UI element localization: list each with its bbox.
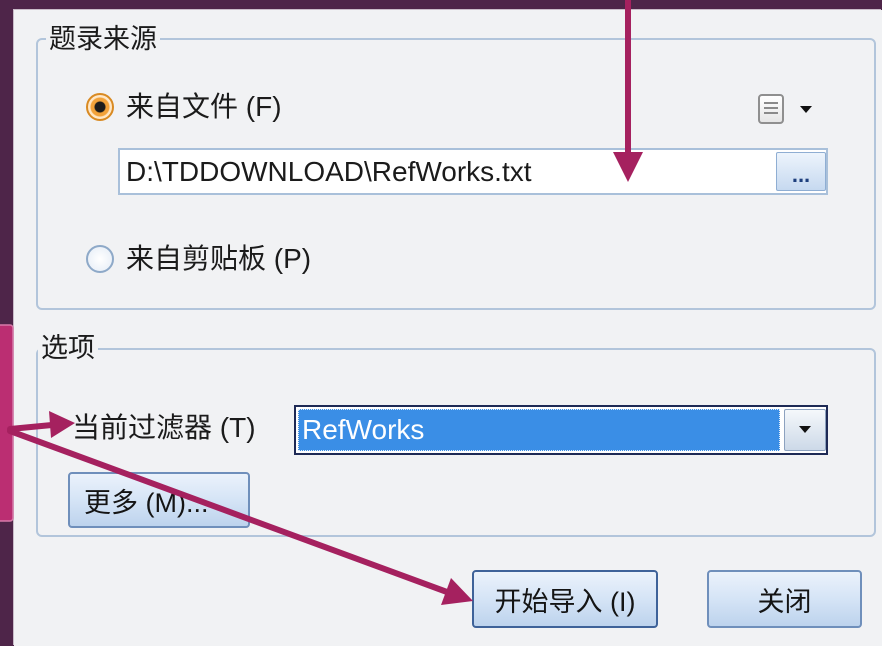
callout-box-edge <box>0 324 14 522</box>
browse-button[interactable]: ... <box>776 152 826 191</box>
filter-label: 当前过滤器 (T) <box>72 412 256 443</box>
close-button[interactable]: 关闭 <box>707 570 862 628</box>
caret-down-icon <box>799 426 811 433</box>
radio-from-clipboard-label[interactable]: 来自剪贴板 (P) <box>126 242 311 276</box>
file-options-button[interactable] <box>752 92 816 126</box>
source-group-title: 题录来源 <box>46 22 160 56</box>
filter-value: RefWorks <box>302 414 425 445</box>
filter-selected-field[interactable]: RefWorks <box>298 409 780 451</box>
radio-from-file[interactable] <box>86 93 114 121</box>
start-import-button[interactable]: 开始导入 (I) <box>472 570 658 628</box>
source-group: 题录来源 来自文件 (F) D:\TDDOWNLOAD\RefWorks.txt… <box>36 22 876 310</box>
radio-from-clipboard[interactable] <box>86 245 114 273</box>
import-dialog: 题录来源 来自文件 (F) D:\TDDOWNLOAD\RefWorks.txt… <box>14 10 882 646</box>
filter-dropdown-button[interactable] <box>784 409 826 451</box>
options-group-title: 选项 <box>38 331 98 365</box>
options-group: 选项 当前过滤器 (T) RefWorks 更多 (M)... <box>36 331 876 537</box>
file-path-input[interactable]: D:\TDDOWNLOAD\RefWorks.txt ... <box>118 148 828 195</box>
caret-down-icon <box>800 106 812 113</box>
file-path-value: D:\TDDOWNLOAD\RefWorks.txt <box>126 156 532 187</box>
more-button[interactable]: 更多 (M)... <box>68 472 250 528</box>
document-icon <box>758 94 784 124</box>
radio-from-file-label[interactable]: 来自文件 (F) <box>126 90 282 124</box>
filter-combobox[interactable]: RefWorks <box>294 405 828 455</box>
